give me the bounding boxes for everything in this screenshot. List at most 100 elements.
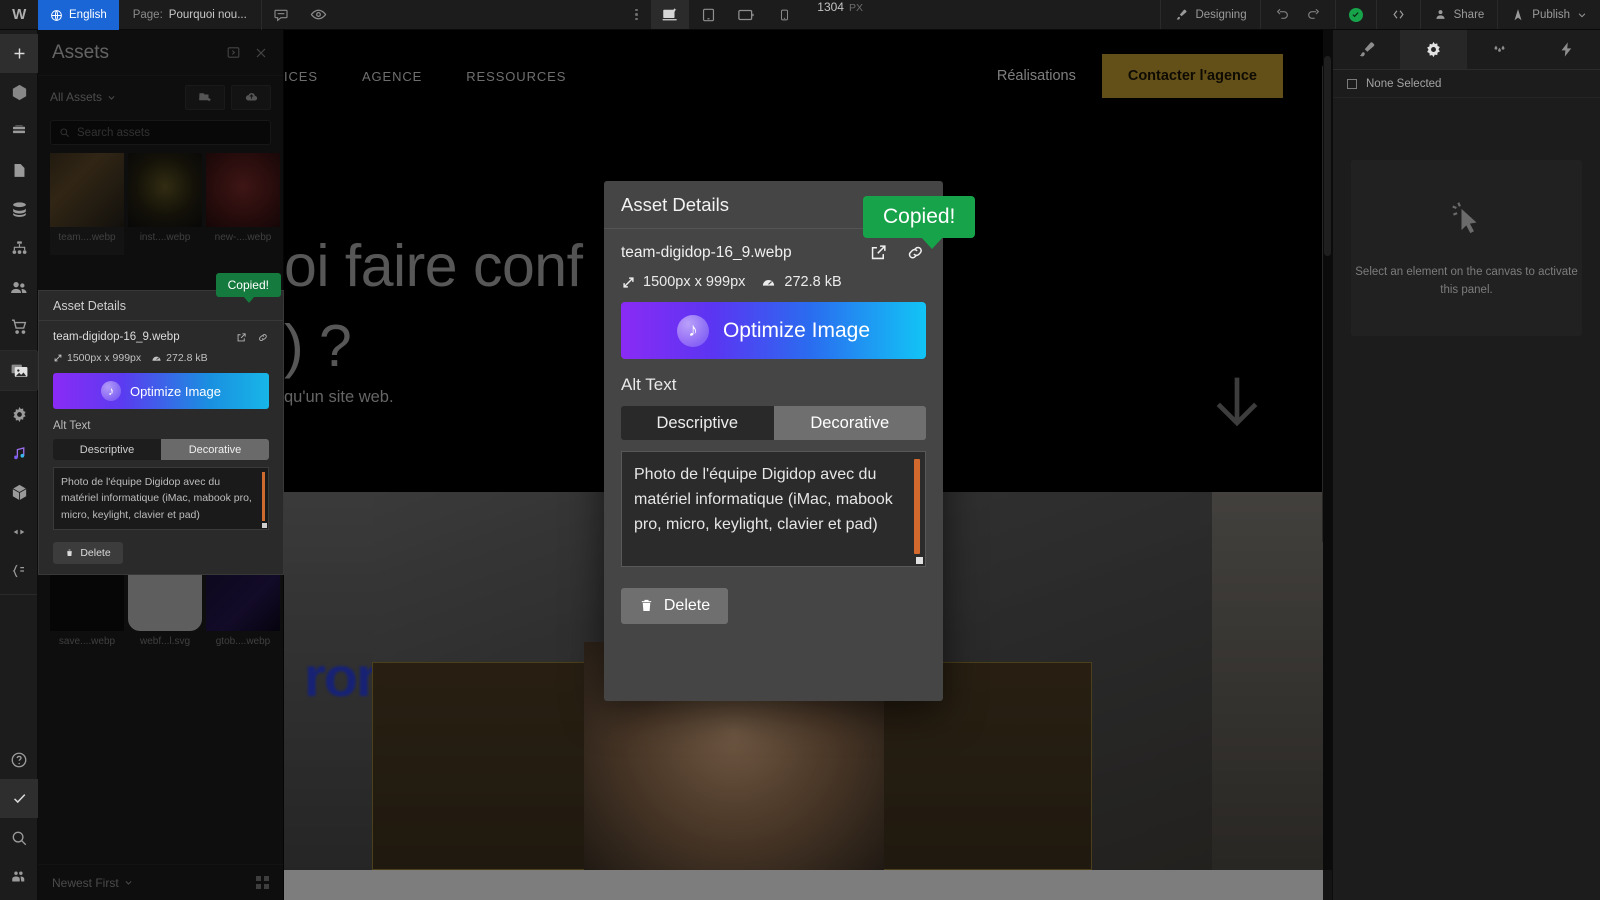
- alt-text-scrollbar[interactable]: [914, 459, 920, 554]
- design-mode-indicator[interactable]: Designing: [1160, 0, 1259, 29]
- sidebar-item-interactions[interactable]: [0, 512, 38, 551]
- alt-mode-decorative[interactable]: Decorative: [773, 406, 926, 440]
- save-status[interactable]: [1334, 0, 1376, 29]
- dimensions-icon: [54, 354, 62, 362]
- nav-cta-contact[interactable]: Contacter l'agence: [1101, 54, 1283, 98]
- music-note-icon: [13, 447, 24, 460]
- sidebar-item-variables[interactable]: [0, 551, 38, 590]
- filesize-gauge-icon: [152, 356, 161, 361]
- comments-button[interactable]: [262, 0, 300, 29]
- help-button[interactable]: [0, 740, 38, 779]
- asset-thumbnail: [128, 153, 202, 227]
- nav-link-ressources[interactable]: RESSOURCES: [466, 69, 566, 84]
- sidebar-item-navigator[interactable]: [0, 112, 38, 151]
- sidebar-item-logic[interactable]: [0, 229, 38, 268]
- sidebar-item-apps[interactable]: [0, 473, 38, 512]
- left-icon-rail: [0, 30, 38, 900]
- delete-asset-button-small[interactable]: Delete: [53, 541, 123, 564]
- nav-link-services[interactable]: ICES: [284, 69, 318, 84]
- preview-button[interactable]: [300, 0, 338, 29]
- nav-link-agence[interactable]: AGENCE: [362, 69, 422, 84]
- publish-button[interactable]: Publish: [1497, 0, 1600, 29]
- sidebar-item-ecommerce[interactable]: [0, 307, 38, 346]
- tablet-icon: [702, 8, 714, 21]
- alt-mode-toggle: Descriptive Decorative: [621, 406, 926, 440]
- assets-sort-dropdown[interactable]: Newest First: [52, 876, 133, 890]
- alt-mode-toggle-small: Descriptive Decorative: [53, 439, 269, 460]
- right-panel: None Selected Select an element on the c…: [1323, 30, 1600, 900]
- tab-style[interactable]: [1333, 30, 1400, 69]
- delete-asset-button[interactable]: Delete: [621, 588, 728, 624]
- alt-mode-descriptive-small[interactable]: Descriptive: [53, 439, 161, 460]
- tab-interactions[interactable]: [1533, 30, 1600, 69]
- nav-link-realisations[interactable]: Réalisations: [997, 68, 1076, 84]
- asset-details-card-small: Copied! Asset Details team-digidop-16_9.…: [38, 273, 284, 575]
- page-selector[interactable]: Page: Pourquoi nou...: [119, 0, 262, 30]
- asset-item[interactable]: new-....webp: [206, 153, 280, 255]
- sidebar-item-components[interactable]: [0, 73, 38, 112]
- open-external-icon[interactable]: [236, 332, 247, 343]
- tab-effects[interactable]: [1467, 30, 1534, 69]
- asset-meta: 1500px x 999px 272.8 kB: [621, 274, 926, 290]
- redo-icon[interactable]: [1306, 7, 1322, 23]
- site-nav-right: Réalisations Contacter l'agence: [997, 54, 1332, 98]
- new-folder-button[interactable]: [185, 84, 225, 110]
- sidebar-item-users[interactable]: [0, 268, 38, 307]
- more-options-button[interactable]: [621, 0, 651, 29]
- optimize-image-button-small[interactable]: ♪ Optimize Image: [53, 373, 269, 409]
- alt-text-resize-small[interactable]: [262, 522, 267, 528]
- trash-icon: [641, 599, 652, 611]
- breakpoint-tablet-landscape[interactable]: [727, 0, 765, 29]
- sidebar-item-add-panel[interactable]: [0, 34, 38, 73]
- sidebar-item-optimize[interactable]: [0, 434, 38, 473]
- asset-item[interactable]: inst....webp: [128, 153, 202, 255]
- copy-link-icon[interactable]: [257, 332, 269, 343]
- tab-settings[interactable]: [1399, 30, 1467, 69]
- language-label: English: [69, 9, 107, 21]
- assets-filter-dropdown[interactable]: All Assets: [50, 90, 116, 104]
- webflow-logo[interactable]: W: [0, 0, 38, 29]
- sidebar-item-cms[interactable]: [0, 190, 38, 229]
- alt-mode-descriptive[interactable]: Descriptive: [621, 406, 774, 440]
- layers-icon: [13, 124, 25, 133]
- sidebar-item-pages[interactable]: [0, 151, 38, 190]
- close-icon[interactable]: [253, 45, 269, 61]
- undo-icon[interactable]: [1274, 7, 1290, 23]
- grid-view-icon[interactable]: [256, 876, 269, 889]
- share-button[interactable]: Share: [1419, 0, 1498, 29]
- search-button[interactable]: [0, 818, 38, 857]
- breakpoint-desktop[interactable]: [651, 0, 690, 29]
- collapse-panel-icon[interactable]: [226, 45, 241, 60]
- search-icon: [12, 831, 27, 845]
- breakpoint-mobile[interactable]: [765, 0, 803, 29]
- alt-text-resize-handle[interactable]: [916, 557, 923, 564]
- chevron-down-icon: [125, 881, 132, 885]
- empty-square-icon: [1347, 78, 1357, 89]
- collaborators-button[interactable]: [0, 857, 38, 896]
- asset-item[interactable]: team....webp: [50, 153, 124, 255]
- brush-icon: [1359, 42, 1375, 57]
- open-external-icon[interactable]: [869, 243, 888, 262]
- breakpoint-tablet[interactable]: [689, 0, 727, 29]
- alt-text-input-small[interactable]: Photo de l'équipe Digidop avec du matéri…: [53, 467, 269, 530]
- assets-sort-label: Newest First: [52, 875, 119, 890]
- asset-caption: save....webp: [58, 636, 116, 647]
- optimize-image-button[interactable]: ♪ Optimize Image: [621, 302, 926, 359]
- right-panel-scrollbar[interactable]: [1323, 30, 1332, 900]
- sidebar-item-settings[interactable]: [0, 395, 38, 434]
- publish-rocket-icon: [1514, 8, 1522, 20]
- gear-icon: [1426, 41, 1440, 58]
- cube-icon: [12, 84, 26, 101]
- upload-asset-button[interactable]: [231, 84, 271, 110]
- assets-search-box[interactable]: Search assets: [50, 120, 271, 145]
- language-selector[interactable]: English: [38, 0, 119, 30]
- alt-text-scrollbar-small[interactable]: [262, 472, 265, 521]
- alt-text-input[interactable]: Photo de l'équipe Digidop avec du matéri…: [621, 451, 926, 567]
- code-button[interactable]: [1375, 0, 1420, 29]
- audit-button[interactable]: [0, 779, 38, 818]
- delete-label: Delete: [663, 597, 711, 614]
- alt-mode-decorative-small[interactable]: Decorative: [161, 439, 269, 460]
- logic-icon: [12, 241, 26, 254]
- sidebar-item-assets[interactable]: [0, 351, 38, 390]
- publish-label: Publish: [1532, 8, 1571, 21]
